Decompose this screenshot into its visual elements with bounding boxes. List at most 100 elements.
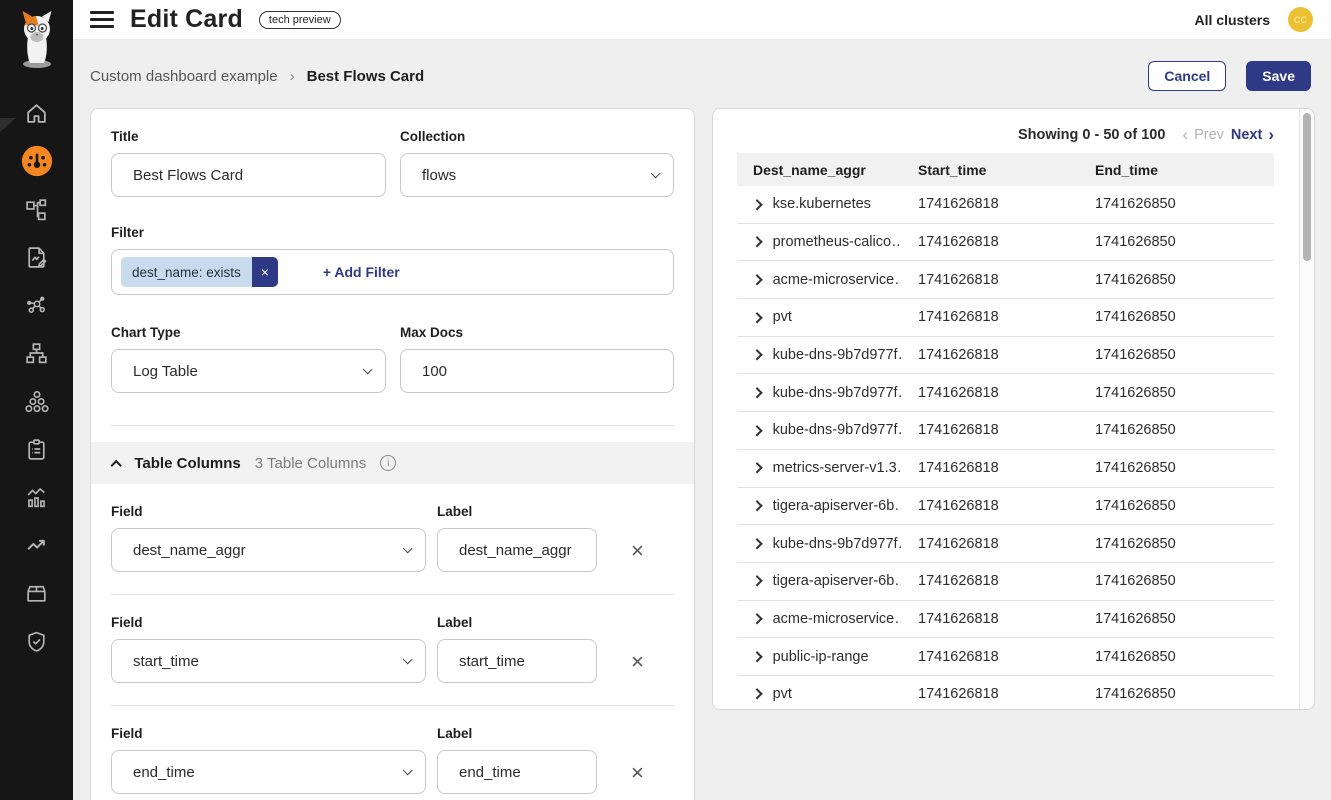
row-expand-chevron-icon[interactable] bbox=[751, 350, 762, 361]
clusters-icon[interactable] bbox=[13, 377, 61, 425]
add-filter-button[interactable]: + Add Filter bbox=[323, 264, 400, 280]
table-row[interactable]: tigera-apiserver-6b… 1741626818 17416268… bbox=[737, 563, 1274, 601]
label-input[interactable]: start_time bbox=[437, 639, 597, 683]
label-input[interactable]: dest_name_aggr bbox=[437, 528, 597, 572]
row-expand-chevron-icon[interactable] bbox=[751, 651, 762, 662]
row-end-time: 1741626850 bbox=[1095, 196, 1274, 212]
network-topology-icon[interactable] bbox=[13, 185, 61, 233]
row-dest-name: acme-microservice… bbox=[773, 611, 901, 627]
calico-logo[interactable] bbox=[15, 8, 59, 75]
collection-select[interactable]: flows bbox=[400, 153, 674, 197]
table-row[interactable]: acme-microservice… 1741626818 1741626850 bbox=[737, 601, 1274, 639]
row-start-time: 1741626818 bbox=[918, 573, 1095, 589]
row-expand-chevron-icon[interactable] bbox=[751, 538, 762, 549]
prev-page-button[interactable]: ‹ Prev bbox=[1182, 126, 1224, 143]
save-button[interactable]: Save bbox=[1246, 61, 1311, 91]
table-row[interactable]: public-ip-range 1741626818 1741626850 bbox=[737, 638, 1274, 676]
table-row[interactable]: tigera-apiserver-6b… 1741626818 17416268… bbox=[737, 488, 1274, 526]
security-icon[interactable] bbox=[13, 617, 61, 665]
table-row[interactable]: pvt 1741626818 1741626850 bbox=[737, 676, 1274, 710]
row-expand-chevron-icon[interactable] bbox=[751, 614, 762, 625]
compliance-icon[interactable] bbox=[13, 425, 61, 473]
row-start-time: 1741626818 bbox=[918, 309, 1095, 325]
row-dest-name: kube-dns-9b7d977f… bbox=[773, 347, 901, 363]
field-select[interactable]: end_time bbox=[111, 750, 426, 794]
dashboards-icon[interactable] bbox=[13, 137, 61, 185]
row-expand-chevron-icon[interactable] bbox=[751, 425, 762, 436]
row-expand-chevron-icon[interactable] bbox=[751, 237, 762, 248]
service-graph-icon[interactable] bbox=[13, 281, 61, 329]
max-docs-input[interactable]: 100 bbox=[400, 349, 674, 393]
table-row[interactable]: pvt 1741626818 1741626850 bbox=[737, 299, 1274, 337]
table-row[interactable]: kube-dns-9b7d977f… 1741626818 1741626850 bbox=[737, 374, 1274, 412]
row-expand-chevron-icon[interactable] bbox=[751, 500, 762, 511]
row-end-time: 1741626850 bbox=[1095, 686, 1274, 702]
trends-icon[interactable] bbox=[13, 521, 61, 569]
column-header-dest-name-aggr: Dest_name_aggr bbox=[737, 162, 918, 178]
column-header-end-time: End_time bbox=[1095, 162, 1274, 178]
table-row[interactable]: kube-dns-9b7d977f… 1741626818 1741626850 bbox=[737, 525, 1274, 563]
table-row[interactable]: metrics-server-v1.3… 1741626818 17416268… bbox=[737, 450, 1274, 488]
table-row[interactable]: prometheus-calico… 1741626818 1741626850 bbox=[737, 224, 1274, 262]
row-end-time: 1741626850 bbox=[1095, 309, 1274, 325]
table-scrollbar-thumb[interactable] bbox=[1303, 113, 1311, 261]
home-icon[interactable] bbox=[13, 89, 61, 137]
infrastructure-icon[interactable] bbox=[13, 329, 61, 377]
row-expand-chevron-icon[interactable] bbox=[751, 312, 762, 323]
row-expand-chevron-icon[interactable] bbox=[751, 274, 762, 285]
row-start-time: 1741626818 bbox=[918, 272, 1095, 288]
inventory-icon[interactable] bbox=[13, 569, 61, 617]
row-dest-name: metrics-server-v1.3… bbox=[773, 460, 901, 476]
row-expand-chevron-icon[interactable] bbox=[751, 463, 762, 474]
next-page-button[interactable]: Next › bbox=[1231, 126, 1274, 143]
cancel-button[interactable]: Cancel bbox=[1148, 61, 1226, 91]
tech-preview-badge: tech preview bbox=[259, 11, 341, 29]
row-dest-name: kube-dns-9b7d977f… bbox=[773, 422, 901, 438]
row-expand-chevron-icon[interactable] bbox=[751, 199, 762, 210]
cluster-selector[interactable]: All clusters bbox=[1195, 12, 1270, 28]
chevron-down-icon bbox=[650, 168, 660, 178]
field-select[interactable]: start_time bbox=[111, 639, 426, 683]
row-start-time: 1741626818 bbox=[918, 196, 1095, 212]
filter-chip-text: dest_name: exists bbox=[121, 257, 252, 287]
chart-type-select[interactable]: Log Table bbox=[111, 349, 386, 393]
hamburger-menu-icon[interactable] bbox=[90, 11, 114, 28]
row-start-time: 1741626818 bbox=[918, 460, 1095, 476]
row-expand-chevron-icon[interactable] bbox=[751, 387, 762, 398]
row-end-time: 1741626850 bbox=[1095, 498, 1274, 514]
metrics-icon[interactable] bbox=[13, 473, 61, 521]
column-header-start-time: Start_time bbox=[918, 162, 1095, 178]
remove-column-icon[interactable]: × bbox=[631, 651, 674, 673]
remove-column-icon[interactable]: × bbox=[631, 540, 674, 562]
table-row[interactable]: kube-dns-9b7d977f… 1741626818 1741626850 bbox=[737, 412, 1274, 450]
collapse-chevron-up-icon[interactable] bbox=[110, 459, 122, 471]
row-end-time: 1741626850 bbox=[1095, 573, 1274, 589]
table-scrollbar[interactable] bbox=[1299, 109, 1314, 709]
filter-label: Filter bbox=[111, 225, 674, 240]
remove-column-icon[interactable]: × bbox=[631, 762, 674, 784]
row-expand-chevron-icon[interactable] bbox=[751, 689, 762, 700]
row-dest-name: tigera-apiserver-6b… bbox=[773, 498, 901, 514]
table-row[interactable]: kse.kubernetes 1741626818 1741626850 bbox=[737, 186, 1274, 224]
label-input[interactable]: end_time bbox=[437, 750, 597, 794]
table-row[interactable]: kube-dns-9b7d977f… 1741626818 1741626850 bbox=[737, 337, 1274, 375]
reports-icon[interactable] bbox=[13, 233, 61, 281]
breadcrumb-parent-link[interactable]: Custom dashboard example bbox=[90, 68, 278, 85]
preview-table: Dest_name_aggr Start_time End_time kse.k… bbox=[737, 153, 1274, 710]
title-input[interactable]: Best Flows Card bbox=[111, 153, 386, 197]
label-label: Label bbox=[437, 504, 597, 519]
table-row[interactable]: acme-microservice… 1741626818 1741626850 bbox=[737, 261, 1274, 299]
pagination: Showing 0 - 50 of 100 ‹ Prev Next › bbox=[737, 126, 1274, 143]
row-end-time: 1741626850 bbox=[1095, 611, 1274, 627]
row-expand-chevron-icon[interactable] bbox=[751, 576, 762, 587]
field-select[interactable]: dest_name_aggr bbox=[111, 528, 426, 572]
filter-box[interactable]: dest_name: exists × + Add Filter bbox=[111, 249, 674, 295]
chevron-down-icon bbox=[362, 364, 372, 374]
table-columns-rows: Field dest_name_aggr Label dest_name_agg… bbox=[91, 484, 694, 800]
app-root: Edit Card tech preview All clusters CC C… bbox=[0, 0, 1331, 800]
info-icon[interactable]: i bbox=[380, 455, 396, 471]
filter-chip-close-icon[interactable]: × bbox=[252, 257, 278, 287]
row-end-time: 1741626850 bbox=[1095, 649, 1274, 665]
chart-type-label: Chart Type bbox=[111, 325, 386, 340]
user-avatar[interactable]: CC bbox=[1288, 7, 1313, 32]
